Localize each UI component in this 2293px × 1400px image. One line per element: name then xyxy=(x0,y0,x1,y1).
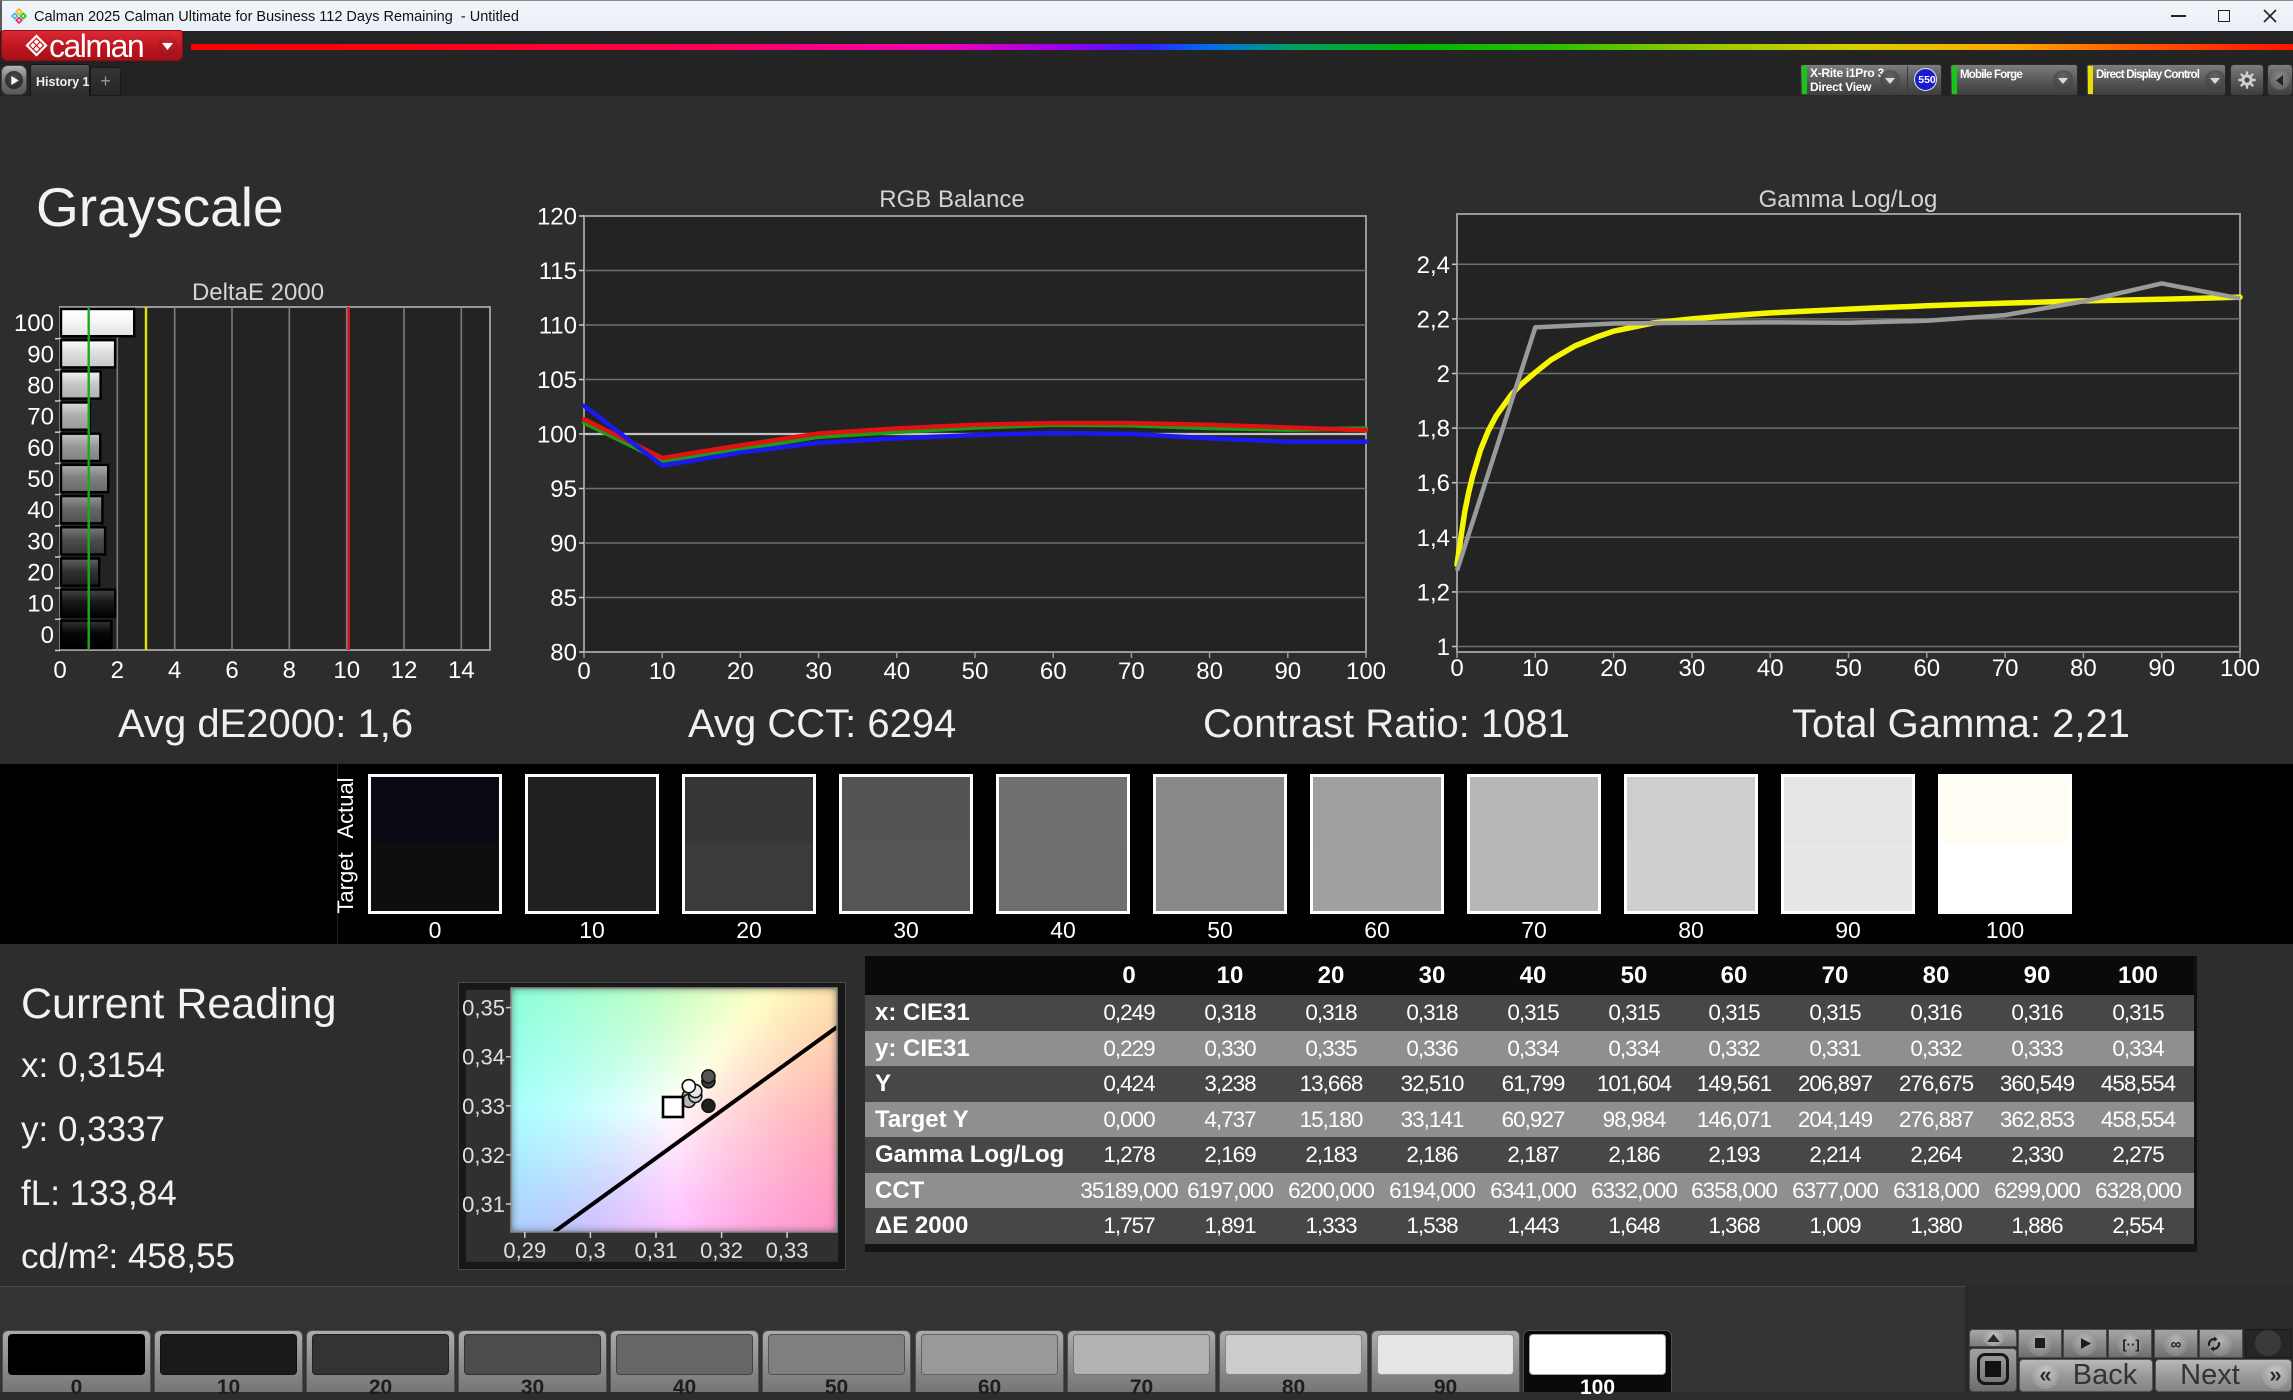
svg-text:80: 80 xyxy=(550,640,577,667)
svg-text:12: 12 xyxy=(391,657,418,684)
svg-text:0,32: 0,32 xyxy=(462,1143,505,1168)
svg-text:4: 4 xyxy=(168,657,181,684)
svg-text:0,33: 0,33 xyxy=(462,1094,505,1119)
svg-text:100: 100 xyxy=(14,310,54,337)
svg-text:10: 10 xyxy=(27,591,54,618)
svg-text:30: 30 xyxy=(805,658,832,685)
svg-text:115: 115 xyxy=(539,258,577,285)
svg-text:50: 50 xyxy=(1835,655,1862,682)
svg-text:30: 30 xyxy=(1679,655,1706,682)
svg-text:90: 90 xyxy=(550,531,577,558)
svg-text:100: 100 xyxy=(1346,658,1386,685)
svg-text:85: 85 xyxy=(550,585,577,612)
svg-text:0,29: 0,29 xyxy=(503,1238,546,1263)
svg-text:105: 105 xyxy=(537,367,577,394)
svg-text:0,31: 0,31 xyxy=(462,1192,505,1217)
svg-text:70: 70 xyxy=(27,404,54,431)
svg-text:50: 50 xyxy=(962,658,989,685)
svg-text:DeltaE 2000: DeltaE 2000 xyxy=(192,279,324,306)
svg-text:1,8: 1,8 xyxy=(1417,416,1450,443)
svg-text:1,4: 1,4 xyxy=(1417,525,1450,552)
svg-text:20: 20 xyxy=(727,658,754,685)
svg-text:60: 60 xyxy=(1040,658,1067,685)
svg-text:40: 40 xyxy=(883,658,910,685)
svg-text:10: 10 xyxy=(649,658,676,685)
svg-text:2,4: 2,4 xyxy=(1417,252,1450,279)
svg-text:0,3: 0,3 xyxy=(575,1238,606,1263)
svg-text:1,2: 1,2 xyxy=(1417,579,1450,606)
svg-text:60: 60 xyxy=(1913,655,1940,682)
svg-text:90: 90 xyxy=(2148,655,2175,682)
svg-text:40: 40 xyxy=(27,497,54,524)
svg-text:100: 100 xyxy=(2220,655,2260,682)
svg-text:1,6: 1,6 xyxy=(1417,470,1450,497)
svg-text:30: 30 xyxy=(27,528,54,555)
svg-text:0: 0 xyxy=(1450,655,1463,682)
svg-text:2: 2 xyxy=(1437,361,1450,388)
svg-text:10: 10 xyxy=(1522,655,1549,682)
svg-text:70: 70 xyxy=(1118,658,1145,685)
svg-text:20: 20 xyxy=(27,560,54,587)
svg-text:2: 2 xyxy=(111,657,124,684)
svg-text:0,32: 0,32 xyxy=(700,1238,743,1263)
svg-text:0: 0 xyxy=(53,657,66,684)
svg-text:80: 80 xyxy=(1196,658,1223,685)
svg-text:110: 110 xyxy=(539,313,577,340)
svg-text:10: 10 xyxy=(333,657,360,684)
svg-text:70: 70 xyxy=(1992,655,2019,682)
svg-text:RGB Balance: RGB Balance xyxy=(879,186,1024,213)
svg-text:2,2: 2,2 xyxy=(1417,306,1450,333)
svg-text:0,31: 0,31 xyxy=(635,1238,678,1263)
svg-text:0,34: 0,34 xyxy=(462,1045,505,1070)
svg-text:95: 95 xyxy=(550,476,577,503)
svg-text:6: 6 xyxy=(225,657,238,684)
svg-text:80: 80 xyxy=(27,373,54,400)
svg-text:80: 80 xyxy=(2070,655,2097,682)
svg-text:90: 90 xyxy=(27,341,54,368)
svg-text:100: 100 xyxy=(537,422,577,449)
svg-text:90: 90 xyxy=(1274,658,1301,685)
svg-text:40: 40 xyxy=(1757,655,1784,682)
svg-text:0: 0 xyxy=(41,622,54,649)
svg-text:0,35: 0,35 xyxy=(462,996,505,1021)
svg-text:14: 14 xyxy=(448,657,475,684)
svg-text:8: 8 xyxy=(283,657,296,684)
svg-text:60: 60 xyxy=(27,435,54,462)
svg-text:50: 50 xyxy=(27,466,54,493)
svg-text:0,33: 0,33 xyxy=(766,1238,809,1263)
svg-text:1: 1 xyxy=(1437,634,1450,661)
svg-text:120: 120 xyxy=(537,204,577,231)
svg-text:0: 0 xyxy=(577,658,590,685)
svg-text:20: 20 xyxy=(1600,655,1627,682)
svg-text:Gamma Log/Log: Gamma Log/Log xyxy=(1759,186,1938,213)
